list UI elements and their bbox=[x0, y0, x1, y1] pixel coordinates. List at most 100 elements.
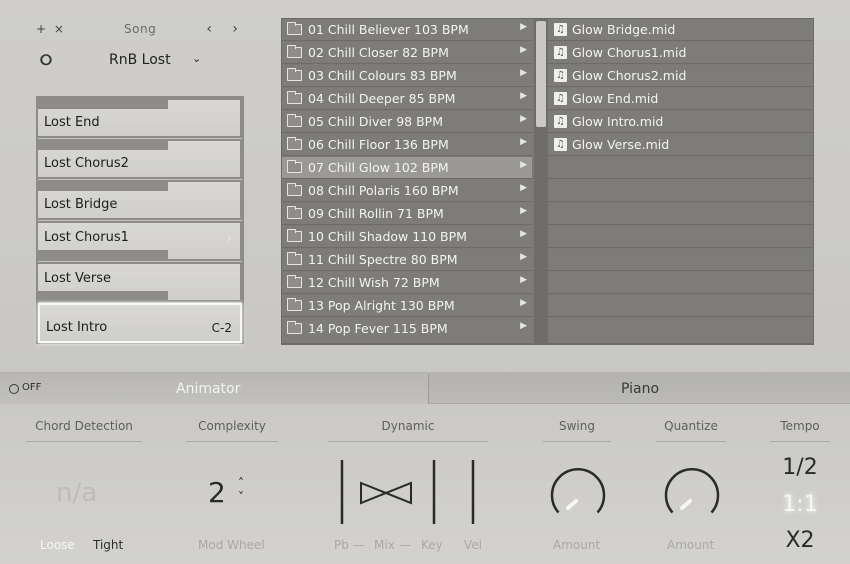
chevron-right-icon: ▶ bbox=[520, 22, 527, 32]
folder-name: 03 Chill Colours 83 BPM bbox=[308, 68, 457, 83]
complexity-value[interactable]: 2 bbox=[208, 476, 226, 509]
folder-icon bbox=[287, 321, 302, 334]
file-row[interactable]: ♫ Glow End.mid bbox=[548, 88, 813, 110]
file-row[interactable]: ♫ Glow Chorus2.mid bbox=[548, 65, 813, 87]
dynamic-underline bbox=[328, 441, 488, 442]
section-label: Lost Intro bbox=[46, 320, 108, 335]
mod-wheel-label: Mod Wheel bbox=[198, 538, 265, 552]
tab-animator-label[interactable]: Animator bbox=[176, 381, 240, 397]
folder-icon bbox=[287, 206, 302, 219]
folder-row[interactable]: 11 Chill Spectre 80 BPM ▶ bbox=[282, 249, 532, 271]
folder-name: 13 Pop Alright 130 BPM bbox=[308, 298, 455, 313]
file-row[interactable]: ♫ Glow Chorus1.mid bbox=[548, 42, 813, 64]
mix-label: Mix bbox=[374, 538, 395, 552]
complexity-stepper[interactable]: ˄ ˅ bbox=[238, 476, 244, 504]
file-name: Glow Chorus2.mid bbox=[572, 68, 687, 83]
folder-row[interactable]: 02 Chill Closer 82 BPM ▶ bbox=[282, 42, 532, 64]
tempo-option-double[interactable]: X2 bbox=[760, 528, 840, 553]
complexity-title: Complexity bbox=[198, 419, 266, 433]
chevron-right-icon: ▶ bbox=[520, 68, 527, 78]
folder-icon bbox=[287, 252, 302, 265]
dynamic-faders[interactable] bbox=[330, 456, 490, 528]
section-tab bbox=[38, 141, 168, 150]
folder-row-selected[interactable]: 07 Chill Glow 102 BPM ▶ bbox=[282, 157, 532, 179]
song-nav-arrows[interactable]: ‹ › bbox=[206, 21, 246, 37]
folder-row[interactable]: 13 Pop Alright 130 BPM ▶ bbox=[282, 295, 532, 317]
file-row[interactable]: ♫ Glow Verse.mid bbox=[548, 134, 813, 156]
section-lost-intro[interactable]: Lost Intro C-2 bbox=[38, 303, 242, 343]
empty-row bbox=[548, 318, 813, 344]
folder-row[interactable]: 14 Pop Fever 115 BPM ▶ bbox=[282, 318, 532, 344]
quantize-amount-label: Amount bbox=[667, 538, 715, 552]
folder-icon bbox=[287, 229, 302, 242]
chevron-down-icon[interactable]: ⌄ bbox=[192, 52, 201, 65]
file-row[interactable]: ♫ Glow Bridge.mid bbox=[548, 19, 813, 41]
music-note-icon: ♫ bbox=[554, 69, 567, 82]
section-label: Lost Bridge bbox=[44, 197, 118, 212]
folder-row[interactable]: 09 Chill Rollin 71 BPM ▶ bbox=[282, 203, 532, 225]
section-lost-verse[interactable]: Lost Verse bbox=[38, 262, 242, 302]
add-remove-song-buttons[interactable]: + × bbox=[36, 22, 66, 36]
tab-piano-label[interactable]: Piano bbox=[621, 381, 659, 397]
section-tab bbox=[38, 291, 168, 300]
quantize-title: Quantize bbox=[664, 419, 718, 433]
folder-icon bbox=[287, 160, 302, 173]
music-note-icon: ♫ bbox=[554, 23, 567, 36]
section-lost-bridge[interactable]: Lost Bridge bbox=[38, 180, 242, 220]
empty-row bbox=[548, 157, 813, 179]
section-tab bbox=[38, 100, 168, 109]
folder-scrollbar[interactable] bbox=[534, 19, 548, 344]
section-tab bbox=[38, 182, 168, 191]
file-row[interactable]: ♫ Glow Intro.mid bbox=[548, 111, 813, 133]
tempo-option-half[interactable]: 1/2 bbox=[760, 455, 840, 480]
folder-row[interactable]: 10 Chill Shadow 110 BPM ▶ bbox=[282, 226, 532, 248]
file-list: ♫ Glow Bridge.mid ♫ Glow Chorus1.mid ♫ Glow… bbox=[548, 19, 814, 344]
section-lost-chorus2[interactable]: Lost Chorus2 bbox=[38, 139, 242, 179]
file-name: Glow End.mid bbox=[572, 91, 659, 106]
tight-option[interactable]: Tight bbox=[93, 538, 123, 552]
chevron-right-icon: ▶ bbox=[520, 298, 527, 308]
folder-name: 05 Chill Diver 98 BPM bbox=[308, 114, 443, 129]
folder-row[interactable]: 12 Chill Wish 72 BPM ▶ bbox=[282, 272, 532, 294]
section-lost-chorus1[interactable]: Lost Chorus1 › bbox=[38, 221, 242, 261]
quantize-underline bbox=[656, 441, 726, 442]
chevron-right-icon: ▶ bbox=[520, 252, 527, 262]
power-icon[interactable] bbox=[9, 384, 19, 394]
section-lost-end[interactable]: Lost End bbox=[38, 98, 242, 138]
dynamic-title: Dynamic bbox=[381, 419, 435, 433]
loose-option[interactable]: Loose bbox=[40, 538, 75, 552]
song-title-label: Song bbox=[124, 22, 157, 36]
music-note-icon: ♫ bbox=[554, 46, 567, 59]
folder-name: 14 Pop Fever 115 BPM bbox=[308, 321, 448, 336]
folder-row[interactable]: 03 Chill Colours 83 BPM ▶ bbox=[282, 65, 532, 87]
swing-knob[interactable] bbox=[548, 468, 608, 528]
song-name[interactable]: RnB Lost bbox=[109, 52, 171, 68]
folder-row[interactable]: 06 Chill Floor 136 BPM ▶ bbox=[282, 134, 532, 156]
folder-list: 01 Chill Believer 103 BPM ▶ 02 Chill Clos… bbox=[282, 19, 534, 344]
folder-row[interactable]: 04 Chill Deeper 85 BPM ▶ bbox=[282, 88, 532, 110]
folder-row[interactable]: 05 Chill Diver 98 BPM ▶ bbox=[282, 111, 532, 133]
folder-name: 09 Chill Rollin 71 BPM bbox=[308, 206, 444, 221]
folder-icon bbox=[287, 68, 302, 81]
quantize-knob[interactable] bbox=[662, 468, 722, 528]
folder-name: 06 Chill Floor 136 BPM bbox=[308, 137, 449, 152]
scrollbar-thumb[interactable] bbox=[536, 21, 546, 127]
key-label: Key bbox=[421, 538, 443, 552]
song-selector[interactable]: ⭘ RnB Lost ⌄ bbox=[36, 50, 246, 72]
empty-row bbox=[548, 295, 813, 317]
folder-row[interactable]: 01 Chill Believer 103 BPM ▶ bbox=[282, 19, 532, 41]
file-name: Glow Chorus1.mid bbox=[572, 45, 687, 60]
power-label[interactable]: OFF bbox=[22, 382, 41, 393]
vel-label: Vel bbox=[464, 538, 482, 552]
folder-name: 07 Chill Glow 102 BPM bbox=[308, 160, 449, 175]
folder-icon bbox=[287, 45, 302, 58]
empty-row bbox=[548, 180, 813, 202]
folder-icon bbox=[287, 183, 302, 196]
folder-row[interactable]: 08 Chill Polaris 160 BPM ▶ bbox=[282, 180, 532, 202]
section-label: Lost End bbox=[44, 115, 100, 130]
empty-row bbox=[548, 226, 813, 248]
tempo-option-normal[interactable]: 1:1 bbox=[760, 492, 840, 517]
link-icon[interactable]: ⭘ bbox=[40, 51, 52, 69]
music-note-icon: ♫ bbox=[554, 92, 567, 105]
empty-row bbox=[548, 272, 813, 294]
